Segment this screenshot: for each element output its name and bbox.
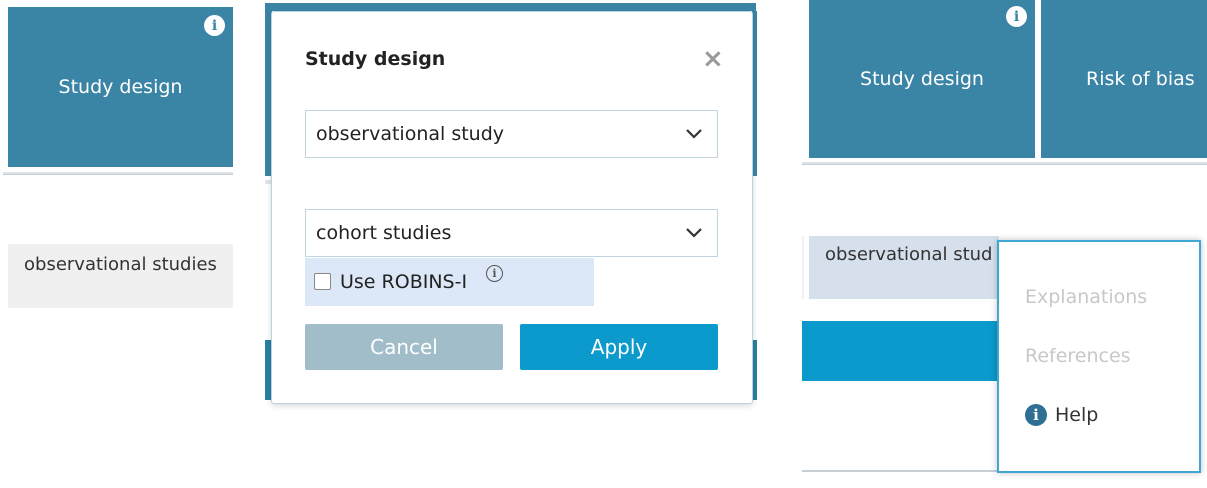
study-design-tile-label: Study design bbox=[58, 76, 183, 98]
robins-checkbox[interactable] bbox=[314, 273, 331, 290]
observational-studies-text: observational studies bbox=[24, 254, 217, 275]
background-header-strip bbox=[265, 3, 756, 11]
cell-left-edge bbox=[802, 236, 804, 299]
observational-studies-text: observational stud bbox=[825, 244, 993, 265]
study-type-value: observational study bbox=[316, 123, 505, 145]
menu-item-explanations[interactable]: Explanations bbox=[1025, 286, 1147, 308]
study-design-tile[interactable]: Study design i bbox=[809, 0, 1035, 158]
observational-studies-cell[interactable]: observational studies bbox=[8, 244, 233, 308]
help-icon: i bbox=[1025, 404, 1047, 426]
tile-divider bbox=[3, 172, 233, 175]
apply-button[interactable]: Apply bbox=[520, 324, 718, 370]
observational-studies-cell[interactable]: observational stud bbox=[809, 236, 999, 299]
info-icon[interactable]: i bbox=[486, 265, 503, 282]
study-type-select[interactable]: observational study bbox=[305, 110, 718, 158]
risk-of-bias-tile[interactable]: Risk of bias bbox=[1041, 0, 1207, 158]
robins-checkbox-label[interactable]: Use ROBINS-I bbox=[340, 271, 467, 293]
chevron-down-icon bbox=[686, 129, 702, 139]
chevron-down-icon bbox=[686, 228, 702, 238]
study-design-tile-label: Study design bbox=[860, 68, 984, 90]
bottom-divider bbox=[802, 470, 1002, 472]
dialog-title: Study design bbox=[305, 48, 446, 70]
study-subtype-value: cohort studies bbox=[316, 222, 452, 244]
study-design-tile[interactable]: Study design i bbox=[8, 7, 233, 167]
background-blue-bar bbox=[802, 321, 1002, 381]
info-icon[interactable]: i bbox=[204, 15, 225, 36]
menu-item-help[interactable]: i Help bbox=[1025, 404, 1098, 426]
study-subtype-select[interactable]: cohort studies bbox=[305, 209, 718, 257]
close-icon[interactable]: × bbox=[702, 46, 724, 72]
cancel-button[interactable]: Cancel bbox=[305, 324, 503, 370]
menu-item-references[interactable]: References bbox=[1025, 345, 1131, 367]
info-icon[interactable]: i bbox=[1006, 6, 1027, 27]
tile-divider bbox=[802, 162, 1207, 165]
menu-help-label: Help bbox=[1055, 404, 1099, 426]
risk-of-bias-tile-label: Risk of bias bbox=[1086, 68, 1195, 90]
